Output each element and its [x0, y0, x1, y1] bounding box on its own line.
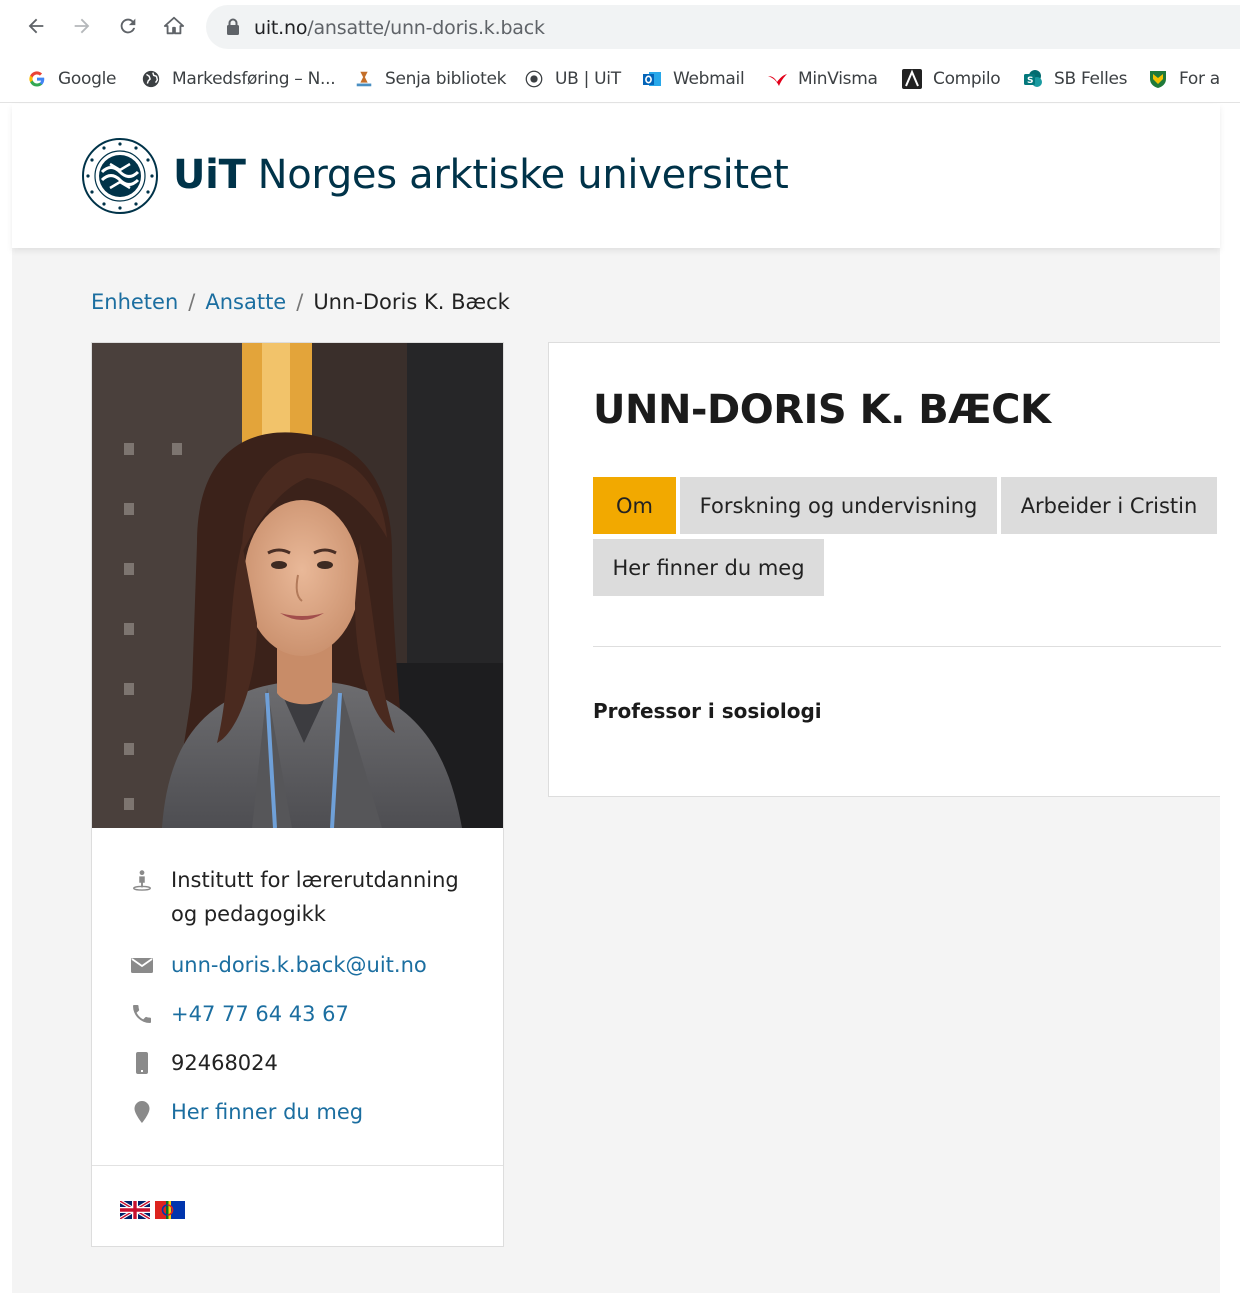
mobile-phone-icon — [130, 1051, 154, 1075]
bookmark-ub-uit[interactable]: UB | UiT — [523, 67, 621, 91]
language-switcher — [120, 1201, 190, 1219]
bookmark-compilo[interactable]: Compilo — [901, 67, 1001, 91]
site-header: UiT Norges arktiske universitet — [12, 104, 1220, 248]
tab-her-finner-du-meg[interactable]: Her finner du meg — [593, 539, 824, 596]
page-content: UiT Norges arktiske universitet Enheten / A… — [12, 104, 1221, 1293]
department-text: Institutt for lærerutdanning og pedagogi… — [171, 868, 459, 926]
back-button[interactable] — [22, 12, 50, 40]
bookmark-for-a[interactable]: For a — [1147, 67, 1220, 91]
profile-card: Institutt for lærerutdanning og pedagogi… — [91, 342, 504, 1247]
location-row: Her finner du meg — [92, 1097, 503, 1131]
address-bar[interactable]: uit.no/ansatte/unn-doris.k.back — [206, 5, 1240, 49]
bookmark-sb-felles[interactable]: S SB Felles — [1022, 67, 1128, 91]
reload-button[interactable] — [114, 12, 142, 40]
location-link[interactable]: Her finner du meg — [171, 1095, 471, 1129]
breadcrumb-ansatte[interactable]: Ansatte — [205, 290, 286, 314]
google-icon — [26, 68, 48, 90]
home-button[interactable] — [160, 12, 188, 40]
envelope-icon — [130, 953, 154, 977]
email-link[interactable]: unn-doris.k.back@uit.no — [171, 948, 471, 982]
card-divider — [92, 1165, 503, 1166]
breadcrumb-current: Unn-Doris K. Bæck — [313, 290, 510, 314]
breadcrumb: Enheten / Ansatte / Unn-Doris K. Bæck — [91, 290, 510, 314]
job-title: Professor i sosiologi — [593, 699, 822, 723]
breadcrumb-enheten[interactable]: Enheten — [91, 290, 178, 314]
bookmark-senja-bibliotek[interactable]: Senja bibliotek — [353, 67, 507, 91]
bookmark-minvisma[interactable]: MinVisma — [766, 67, 878, 91]
tab-om[interactable]: Om — [593, 477, 676, 534]
sami-flag-icon[interactable] — [155, 1201, 185, 1219]
library-icon — [353, 68, 375, 90]
outlook-icon — [641, 68, 663, 90]
mobile-row: 92468024 — [92, 1048, 503, 1082]
phone-icon — [130, 1002, 154, 1026]
bookmarks-bar: Google Markedsføring – N... Senja biblio… — [0, 55, 1240, 103]
compilo-icon — [901, 68, 923, 90]
forward-button[interactable] — [68, 12, 96, 40]
site-title[interactable]: UiT Norges arktiske universitet — [173, 152, 789, 198]
tab-arbeider-i-cristin[interactable]: Arbeider i Cristin — [1001, 477, 1217, 534]
lock-icon — [227, 18, 239, 35]
profile-info-card: UNN-DORIS K. BÆCK Om Forskning og underv… — [548, 342, 1221, 797]
url-text: uit.no/ansatte/unn-doris.k.back — [254, 17, 545, 39]
visma-icon — [766, 68, 788, 90]
browser-toolbar: uit.no/ansatte/unn-doris.k.back — [0, 0, 1240, 55]
uit-seal-icon — [523, 68, 545, 90]
email-row: unn-doris.k.back@uit.no — [92, 950, 503, 984]
home-icon — [163, 16, 185, 35]
arrow-right-icon — [74, 18, 90, 34]
mobile-number: 92468024 — [171, 1051, 278, 1075]
department-row: Institutt for lærerutdanning og pedagogi… — [92, 865, 503, 941]
phone-row: +47 77 64 43 67 — [92, 999, 503, 1033]
section-divider — [593, 646, 1221, 647]
globe-icon — [140, 68, 162, 90]
phone-link[interactable]: +47 77 64 43 67 — [171, 997, 471, 1031]
breadcrumb-separator: / — [188, 290, 196, 314]
svg-text:S: S — [1027, 76, 1033, 86]
person-location-icon — [130, 868, 154, 892]
profile-photo — [92, 343, 503, 828]
english-flag-icon[interactable] — [120, 1201, 150, 1219]
tab-forskning-og-undervisning[interactable]: Forskning og undervisning — [680, 477, 997, 534]
arrow-left-icon — [28, 18, 44, 34]
shield-icon — [1147, 68, 1169, 90]
bookmark-markedsforing[interactable]: Markedsføring – N... — [140, 67, 336, 91]
breadcrumb-separator: / — [296, 290, 304, 314]
reload-icon — [120, 18, 136, 34]
map-pin-icon — [130, 1100, 154, 1124]
bookmark-webmail[interactable]: Webmail — [641, 67, 745, 91]
bookmark-google[interactable]: Google — [26, 67, 116, 91]
uit-seal-logo[interactable] — [80, 136, 160, 216]
person-name: UNN-DORIS K. BÆCK — [593, 387, 1051, 433]
sharepoint-icon: S — [1022, 68, 1044, 90]
